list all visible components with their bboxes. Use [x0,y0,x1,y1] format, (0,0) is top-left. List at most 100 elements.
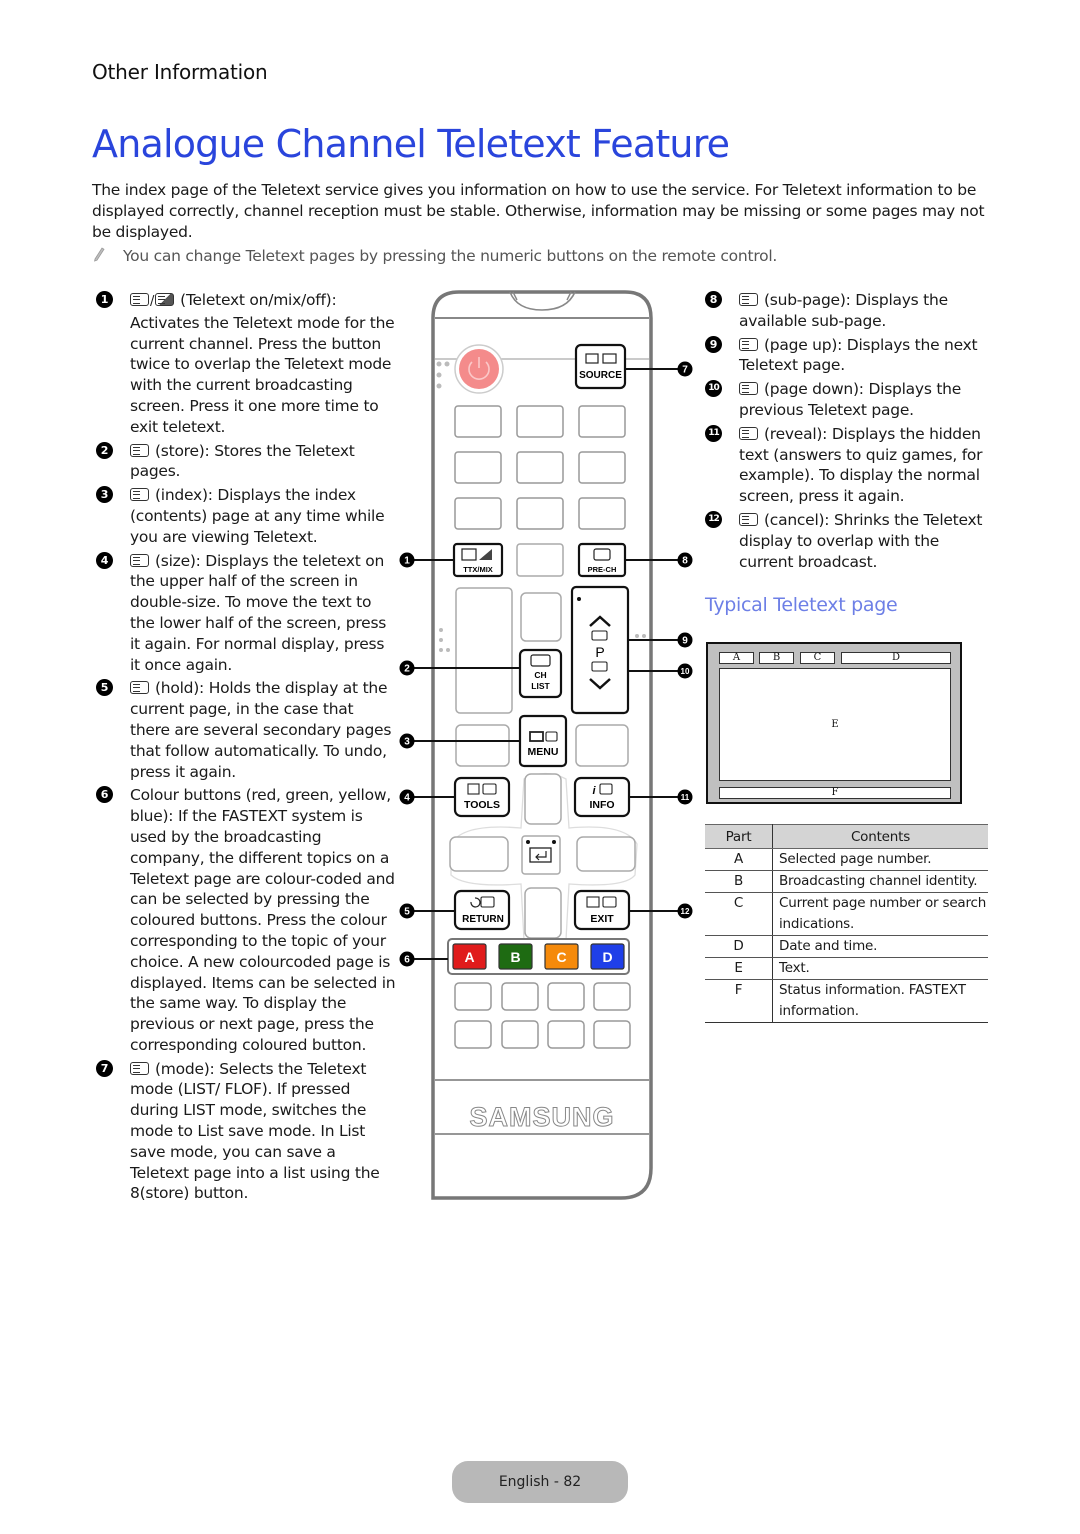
function-button[interactable] [547,1020,585,1049]
callout-12: 12 [677,903,693,919]
function-button[interactable] [454,1020,492,1049]
svg-text:6: 6 [404,955,410,966]
colour-button-d[interactable]: D [590,943,625,970]
function-button[interactable] [593,1020,631,1049]
mode-icon [130,1061,149,1075]
number-button[interactable] [516,405,564,438]
return-button[interactable]: RETURN [453,889,511,931]
ch-list-button[interactable]: CH LIST [518,648,563,699]
svg-text:8: 8 [682,556,688,567]
cell-contents: Broadcasting channel identity. [772,870,988,893]
item-text: (Teletext on/mix/off): Activates the Tel… [130,291,395,436]
callout-9: 9 [677,632,693,648]
nav-right-button[interactable] [576,836,636,872]
callout-number: 11 [705,424,722,442]
item-text: (size): Displays the teletext on the upp… [130,551,387,674]
reveal-icon [739,426,758,440]
callout-10: 10 [677,663,693,679]
svg-text:9: 9 [682,636,688,647]
svg-text:MENU: MENU [528,746,559,758]
teletext-part-b: B [759,652,794,664]
nav-up-button[interactable] [524,773,562,825]
item-text: (reveal): Displays the hidden text (answ… [739,424,983,506]
nav-left-button[interactable] [449,836,509,872]
nav-down-button[interactable] [524,887,562,939]
colour-button-a[interactable]: A [452,943,487,970]
table-header-row: Part Contents [705,824,988,849]
hold-icon [130,681,149,695]
parts-table: Part Contents A Selected page number. B … [705,824,988,1023]
info-button[interactable]: i INFO [573,776,631,818]
teletext-part-e: E [719,668,951,781]
power-button[interactable] [454,344,504,394]
remote-control-illustration: SOURCE TTX/MIX PRE-CH CH LIST P MENU TOO… [399,290,693,1200]
callout-7: 7 [677,361,693,377]
callout-number: 1 [96,291,113,308]
number-button[interactable] [578,405,626,438]
svg-text:4: 4 [404,793,410,804]
table-row: F Status information. FASTEXT informatio… [705,979,988,1023]
blank-button[interactable] [575,724,629,767]
cell-part: D [705,935,773,958]
callout-5: 5 [399,903,415,919]
colour-button-b[interactable]: B [498,943,533,970]
volume-rocker[interactable] [455,587,513,714]
tools-button[interactable]: TOOLS [453,776,511,818]
exit-button[interactable]: EXIT [573,889,631,931]
cell-part: E [705,957,773,980]
cell-part: B [705,870,773,893]
teletext-page-diagram: A B C D E F [706,642,962,804]
colour-button-c[interactable]: C [544,943,579,970]
list-item: 3 (index): Displays the index (contents)… [96,485,396,547]
list-item: 10 (page down): Displays the previous Te… [705,379,995,421]
note: You can change Teletext pages by pressin… [92,246,777,266]
section-label: Other Information [92,60,268,84]
pre-ch-button[interactable]: PRE-CH [577,542,627,578]
function-button[interactable] [593,982,631,1011]
item-text: (store): Stores the Teletext pages. [130,441,355,481]
svg-text:3: 3 [404,737,410,748]
number-button[interactable] [454,497,502,530]
teletext-part-a: A [719,652,754,664]
cell-contents: Status information. FASTEXT information. [772,979,988,1023]
teletext-part-d: D [841,652,951,664]
cell-part: F [705,979,773,1023]
number-button[interactable] [454,451,502,484]
callout-number: 10 [705,380,722,398]
number-button[interactable] [578,497,626,530]
channel-rocker[interactable]: P [570,585,630,715]
svg-text:INFO: INFO [589,799,614,811]
cell-contents: Selected page number. [772,848,988,871]
svg-text:TTX/MIX: TTX/MIX [463,565,493,574]
size-icon [130,553,149,567]
svg-text:C: C [556,949,566,965]
ttx-mix-button[interactable]: TTX/MIX [452,542,504,578]
callout-number: 3 [96,486,113,504]
number-button[interactable] [516,497,564,530]
svg-text:2: 2 [404,664,410,675]
teletext-heading: Typical Teletext page [705,594,898,616]
svg-text:CH: CH [534,670,546,680]
function-button[interactable] [501,1020,539,1049]
callout-3: 3 [399,733,415,749]
source-button[interactable]: SOURCE [574,343,627,390]
number-button[interactable] [454,405,502,438]
callout-4: 4 [399,789,415,805]
function-button[interactable] [547,982,585,1011]
header-part: Part [705,824,773,849]
number-button[interactable] [578,451,626,484]
callout-number: 4 [96,551,113,569]
callout-number: 12 [705,510,722,528]
item-text: (mode): Selects the Teletext mode (LIST/… [130,1059,380,1203]
enter-button[interactable] [521,835,561,875]
function-button[interactable] [501,982,539,1011]
mute-button[interactable] [520,592,562,642]
item-text: (sub-page): Displays the available sub-p… [739,291,948,330]
function-button[interactable] [454,982,492,1011]
blank-button[interactable] [516,543,564,577]
menu-button[interactable]: MENU [518,714,568,768]
blank-button[interactable] [455,724,510,767]
svg-text:EXIT: EXIT [590,913,614,925]
number-button[interactable] [516,451,564,484]
svg-text:A: A [464,949,474,965]
